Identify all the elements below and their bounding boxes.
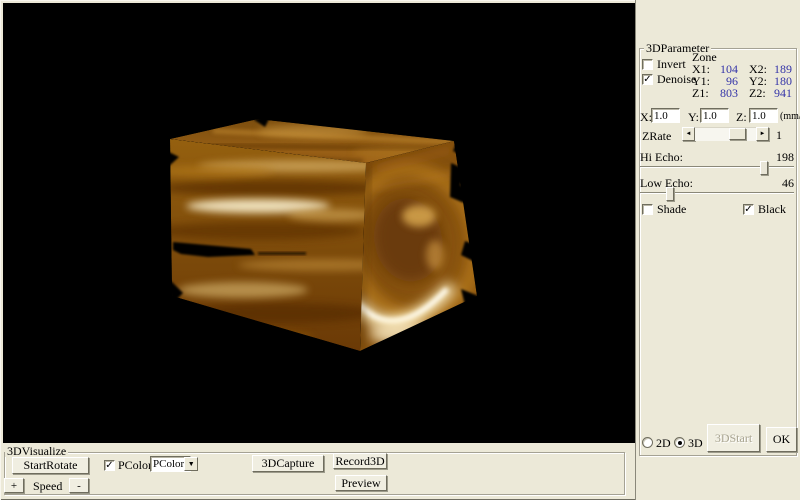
denoise-checkbox[interactable]: ✓	[642, 74, 653, 85]
zone-z1-label: Z1:	[692, 87, 709, 99]
mode-2d-label: 2D	[656, 437, 671, 449]
hi-echo-slider[interactable]	[640, 166, 794, 168]
volume-render	[3, 3, 635, 443]
shade-checkbox[interactable]	[642, 204, 653, 215]
denoise-label: Denoise	[657, 73, 696, 85]
zrate-label: ZRate	[642, 130, 671, 142]
visualize-panel: 3DVisualize StartRotate + Speed - ✓ PCol…	[3, 443, 627, 497]
scale-z-input[interactable]	[749, 108, 778, 123]
mode-3d-radio[interactable]	[674, 437, 685, 448]
hi-echo-thumb[interactable]	[760, 161, 768, 175]
scale-z-label: Z:	[736, 111, 747, 123]
black-checkbox[interactable]: ✓	[743, 204, 754, 215]
mode-2d-radio[interactable]	[642, 437, 653, 448]
visualize-group-title: 3DVisualize	[5, 445, 68, 457]
mode-3d-label: 3D	[688, 437, 703, 449]
speed-plus-button[interactable]: +	[4, 478, 24, 493]
check-icon: ✓	[643, 74, 651, 85]
black-label: Black	[758, 203, 786, 215]
record-3d-button[interactable]: Record3D	[333, 453, 387, 469]
zone-z2-value: 941	[770, 87, 792, 99]
zrate-scrollbar[interactable]: ◄ ►	[682, 127, 769, 141]
invert-checkbox[interactable]	[642, 59, 653, 70]
zone-z2-label: Z2:	[749, 87, 766, 99]
parameter-panel: 3DParameter Invert ✓ Denoise Zone X1: 10…	[635, 0, 800, 500]
speed-label: Speed	[33, 480, 62, 492]
capture-3d-button[interactable]: 3DCapture	[252, 455, 324, 472]
scale-y-input[interactable]	[700, 108, 729, 123]
low-echo-slider[interactable]	[640, 192, 794, 194]
zrate-thumb[interactable]	[729, 128, 746, 140]
speed-minus-button[interactable]: -	[69, 478, 89, 493]
zrate-value: 1	[776, 129, 782, 141]
zrate-track[interactable]	[695, 127, 756, 141]
low-echo-value: 46	[756, 177, 794, 189]
low-echo-thumb[interactable]	[666, 187, 674, 201]
start-3d-button[interactable]: 3DStart	[707, 424, 760, 452]
zrate-left-arrow-icon[interactable]: ◄	[682, 127, 695, 141]
application-window: 3DParameter Invert ✓ Denoise Zone X1: 10…	[0, 0, 800, 500]
start-rotate-button[interactable]: StartRotate	[12, 457, 89, 474]
check-icon: ✓	[744, 204, 752, 215]
scale-unit-label: (mm/p)	[780, 111, 800, 123]
dropdown-arrow-icon[interactable]: ▼	[184, 457, 198, 471]
pcolor-checkbox-label: PColor	[118, 459, 152, 471]
zone-z1-value: 803	[716, 87, 738, 99]
pcolor-dropdown-value: PColor	[151, 457, 184, 471]
shade-label: Shade	[657, 203, 686, 215]
preview-button[interactable]: Preview	[335, 475, 387, 491]
check-icon: ✓	[105, 460, 113, 471]
zrate-right-arrow-icon[interactable]: ►	[756, 127, 769, 141]
hi-echo-label: Hi Echo:	[640, 151, 683, 163]
render-viewport[interactable]	[3, 3, 635, 443]
scale-x-input[interactable]	[651, 108, 680, 123]
pcolor-dropdown[interactable]: PColor ▼	[150, 456, 191, 472]
invert-label: Invert	[657, 58, 686, 70]
pcolor-checkbox[interactable]: ✓	[104, 460, 115, 471]
scale-y-label: Y:	[688, 111, 699, 123]
ok-button[interactable]: OK	[766, 427, 797, 452]
